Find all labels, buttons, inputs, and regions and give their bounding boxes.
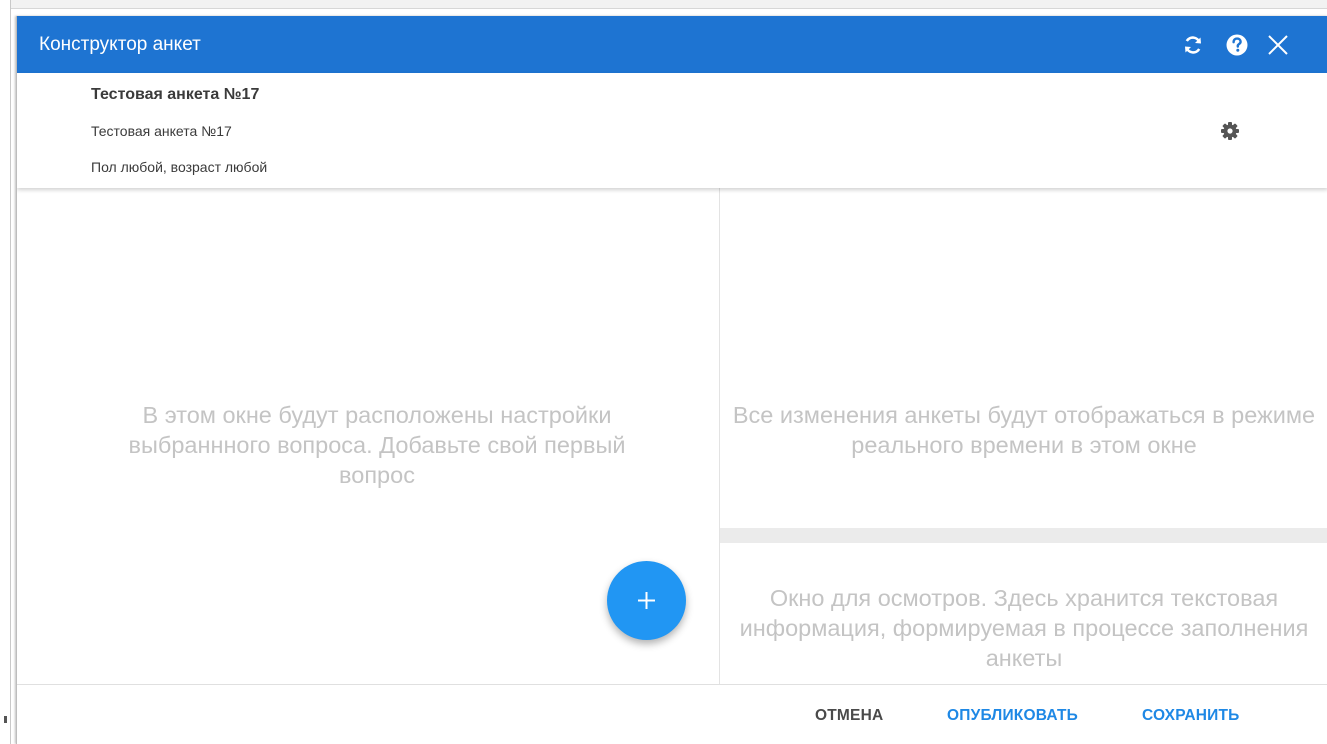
help-icon — [1226, 34, 1248, 56]
dialog-title: Конструктор анкет — [39, 34, 201, 55]
publish-button[interactable]: ОПУБЛИКОВАТЬ — [947, 707, 1078, 725]
cancel-button[interactable]: ОТМЕНА — [815, 707, 883, 725]
form-audience-filter: Пол любой, возраст любой — [91, 159, 268, 175]
save-button[interactable]: СОХРАНИТЬ — [1142, 707, 1240, 725]
dialog-footer: ОТМЕНА ОПУБЛИКОВАТЬ СОХРАНИТЬ — [17, 684, 1327, 744]
close-button[interactable] — [1265, 32, 1291, 58]
dialog-titlebar: Конструктор анкет — [17, 16, 1327, 73]
page-edge-mark — [4, 716, 7, 723]
help-button[interactable] — [1224, 32, 1250, 58]
exam-text-pane: Окно для осмотров. Здесь хранится тексто… — [720, 543, 1327, 684]
form-builder-dialog: Конструктор анкет Тестовая анкета №17 Те… — [16, 16, 1327, 744]
refresh-icon — [1185, 36, 1201, 54]
live-preview-pane: Все изменения анкеты будут отображаться … — [720, 188, 1327, 528]
preview-placeholder: Все изменения анкеты будут отображаться … — [732, 402, 1316, 458]
page-top-edge — [0, 0, 1327, 9]
form-info-header: Тестовая анкета №17 Тестовая анкета №17 … — [17, 73, 1327, 188]
refresh-button[interactable] — [1180, 32, 1206, 58]
exam-placeholder: Окно для осмотров. Здесь хранится тексто… — [739, 585, 1309, 671]
question-settings-placeholder: В этом окне будут расположены настройки … — [128, 402, 626, 488]
add-question-button[interactable] — [607, 561, 686, 640]
preview-exam-splitter[interactable] — [720, 528, 1327, 543]
gear-icon — [1221, 122, 1239, 140]
close-icon — [1268, 35, 1288, 55]
form-description: Тестовая анкета №17 — [91, 123, 232, 139]
form-name: Тестовая анкета №17 — [91, 86, 260, 103]
plus-icon — [638, 592, 655, 609]
page-left-edge — [0, 0, 11, 744]
settings-button[interactable] — [1218, 119, 1242, 143]
